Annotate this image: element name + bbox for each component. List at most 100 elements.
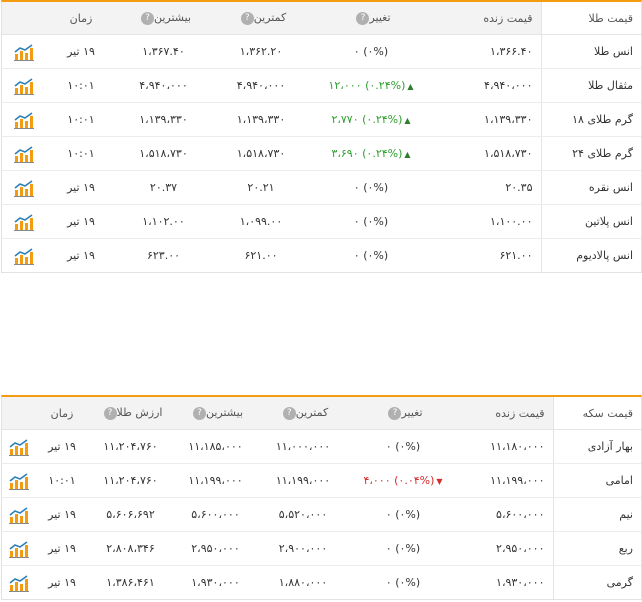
question-circle-icon[interactable]: ? bbox=[282, 406, 296, 420]
row-chart-cell[interactable] bbox=[2, 239, 46, 273]
row-name: انس طلا bbox=[540, 34, 641, 69]
row-high: ۶۲۳.۰۰ bbox=[146, 249, 181, 262]
row-low: ۱،۰۹۹.۰۰ bbox=[211, 204, 311, 239]
row-change-value: (۰.۲۴%) ۲،۷۷۰ bbox=[331, 113, 403, 126]
row-high: ۲،۹۵۰،۰۰۰ bbox=[173, 531, 258, 566]
row-name: بهار آزادی bbox=[552, 429, 641, 464]
bar-chart-icon[interactable] bbox=[8, 540, 30, 558]
header-gold-price: قیمت طلا bbox=[540, 2, 641, 35]
row-time: ۱۹ تیر bbox=[46, 34, 116, 69]
header-coin-price: قیمت سکه bbox=[552, 397, 641, 430]
row-change-value: (۰%) ۰ bbox=[353, 181, 389, 194]
header-gold-value[interactable]: ارزش طلا? bbox=[88, 397, 173, 430]
row-change: (۰%) ۰ bbox=[348, 497, 458, 532]
row-low: ۵،۵۲۰،۰۰۰ bbox=[258, 497, 348, 532]
row-change-value: (۰.۲۴%) ۱۲،۰۰۰ bbox=[328, 79, 406, 92]
row-chart-cell[interactable] bbox=[2, 566, 36, 600]
row-time: ۱۹ تیر bbox=[36, 497, 88, 532]
bar-chart-icon[interactable] bbox=[8, 574, 30, 592]
row-change-value: (۰%) ۰ bbox=[385, 440, 421, 453]
row-change: (۰%) ۰ bbox=[348, 566, 458, 600]
row-low: ۱۱،۰۰۰،۰۰۰ bbox=[258, 429, 348, 464]
header-change[interactable]: تغییر? bbox=[311, 2, 431, 35]
header-low[interactable]: کمترین? bbox=[211, 2, 311, 35]
row-live-price: ۲،۹۵۰،۰۰۰ bbox=[458, 531, 553, 566]
header-chart-column bbox=[2, 397, 36, 430]
row-gold-value: ۱۱،۲۰۴،۷۶۰ bbox=[88, 463, 173, 498]
gold-price-panel: قیمت طلا قیمت زنده تغییر? کمترین? بیشتری… bbox=[1, 0, 642, 273]
question-circle-icon[interactable]: ? bbox=[388, 406, 402, 420]
row-gold-value: ۱۱،۲۰۴،۷۶۰ bbox=[88, 429, 173, 464]
row-chart-cell[interactable] bbox=[2, 102, 46, 137]
bar-chart-icon[interactable] bbox=[13, 77, 35, 95]
bar-chart-icon[interactable] bbox=[8, 506, 30, 524]
question-circle-icon[interactable]: ? bbox=[192, 406, 206, 420]
row-high: ۱،۳۶۷.۴۰ bbox=[116, 34, 211, 69]
header-high[interactable]: بیشترین? bbox=[173, 397, 258, 430]
row-change: (۰%) ۰ bbox=[348, 531, 458, 566]
row-high: ۱،۹۳۰،۰۰۰ bbox=[191, 576, 240, 589]
coin-price-panel: قیمت سکه قیمت زنده تغییر? کمترین? بیشتری… bbox=[1, 395, 642, 600]
header-time: زمان bbox=[36, 397, 88, 430]
row-live-price: ۶۲۱.۰۰ bbox=[499, 249, 533, 262]
row-high: ۱۱،۱۸۵،۰۰۰ bbox=[173, 429, 258, 464]
row-change: (۰%) ۰ bbox=[311, 204, 431, 239]
row-low: ۱،۵۱۸،۷۳۰ bbox=[211, 136, 311, 171]
bar-chart-icon[interactable] bbox=[8, 472, 30, 490]
row-name: امامی bbox=[552, 463, 641, 498]
row-chart-cell[interactable] bbox=[2, 497, 36, 532]
triangle-up-icon: ▲ bbox=[407, 82, 414, 91]
row-low: ۲۰.۲۱ bbox=[211, 170, 311, 205]
header-change-label: تغییر bbox=[401, 406, 423, 420]
table-row: انس پلاتین ۱،۱۰۰.۰۰ (۰%) ۰ ۱،۰۹۹.۰۰ ۱،۱۰۲.۰۰… bbox=[2, 204, 641, 239]
bar-chart-icon[interactable] bbox=[13, 179, 35, 197]
question-circle-icon[interactable]: ? bbox=[140, 11, 154, 25]
row-time: ۱۹ تیر bbox=[48, 576, 76, 589]
row-chart-cell[interactable] bbox=[2, 34, 46, 69]
question-circle-icon[interactable]: ? bbox=[356, 11, 370, 25]
row-chart-cell[interactable] bbox=[2, 531, 36, 566]
header-chart-column bbox=[2, 2, 46, 35]
bar-chart-icon[interactable] bbox=[13, 247, 35, 265]
header-change-label: تغییر bbox=[369, 11, 391, 25]
row-high: ۱۱،۱۹۹،۰۰۰ bbox=[173, 463, 258, 498]
row-high: ۴،۹۴۰،۰۰۰ bbox=[116, 68, 211, 103]
bar-chart-icon[interactable] bbox=[13, 213, 35, 231]
header-low[interactable]: کمترین? bbox=[258, 397, 348, 430]
header-low-label: کمترین bbox=[253, 11, 287, 25]
table-row: گرم طلای ۱۸ ۱،۱۳۹،۳۳۰ ▲(۰.۲۴%) ۲،۷۷۰ ۱،۱۳۹،… bbox=[2, 102, 641, 137]
question-circle-icon[interactable]: ? bbox=[103, 406, 117, 420]
row-chart-cell[interactable] bbox=[2, 170, 46, 205]
bar-chart-icon[interactable] bbox=[13, 145, 35, 163]
row-chart-cell[interactable] bbox=[2, 463, 36, 498]
row-low: ۶۲۱.۰۰ bbox=[244, 249, 278, 262]
row-chart-cell[interactable] bbox=[2, 136, 46, 171]
triangle-down-icon: ▼ bbox=[436, 477, 443, 486]
bar-chart-icon[interactable] bbox=[8, 438, 30, 456]
table-row: مثقال طلا ۴،۹۴۰،۰۰۰ ▲(۰.۲۴%) ۱۲،۰۰۰ ۴،۹۴۰،۰… bbox=[2, 68, 641, 103]
row-chart-cell[interactable] bbox=[2, 68, 46, 103]
header-change[interactable]: تغییر? bbox=[348, 397, 458, 430]
header-time: زمان bbox=[46, 2, 116, 35]
question-circle-icon[interactable]: ? bbox=[240, 11, 254, 25]
row-chart-cell[interactable] bbox=[2, 429, 36, 464]
row-name: نیم bbox=[552, 497, 641, 532]
row-high: ۵،۶۰۰،۰۰۰ bbox=[173, 497, 258, 532]
row-name: انس نقره bbox=[540, 170, 641, 205]
header-live-price: قیمت زنده bbox=[431, 2, 541, 35]
row-chart-cell[interactable] bbox=[2, 204, 46, 239]
header-high[interactable]: بیشترین? bbox=[116, 2, 211, 35]
row-name: گرم طلای ۱۸ bbox=[540, 102, 641, 137]
table-row: انس پالادیوم ۶۲۱.۰۰ (۰%) ۰ ۶۲۱.۰۰ ۶۲۳.۰۰ ۱۹ ت… bbox=[2, 238, 641, 273]
row-change: (۰%) ۰ bbox=[311, 170, 431, 205]
bar-chart-icon[interactable] bbox=[13, 111, 35, 129]
row-name: ربع bbox=[552, 531, 641, 566]
row-live-price: ۵،۶۰۰،۰۰۰ bbox=[458, 497, 553, 532]
row-change: ▼(۰.۰۴%) ۴،۰۰۰ bbox=[348, 463, 458, 498]
row-time: ۱۰:۰۱ bbox=[46, 136, 116, 171]
row-gold-value: ۱،۳۸۶،۴۶۱ bbox=[106, 576, 155, 589]
bar-chart-icon[interactable] bbox=[13, 43, 35, 61]
row-low: ۱،۸۸۰،۰۰۰ bbox=[278, 576, 328, 589]
row-live-price: ۲۰.۳۵ bbox=[431, 170, 541, 205]
row-time: ۱۹ تیر bbox=[67, 249, 95, 262]
